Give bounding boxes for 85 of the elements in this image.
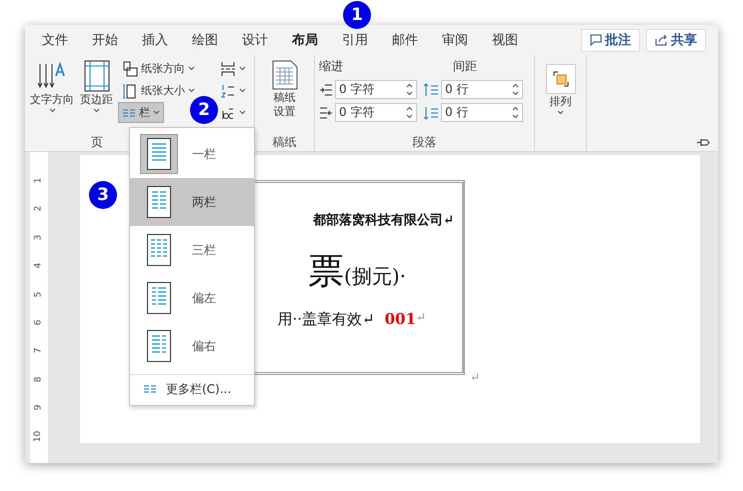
page-size-icon	[122, 82, 138, 98]
indent-right-icon	[319, 106, 333, 118]
column-layout-icon	[147, 234, 171, 266]
columns-icon	[144, 385, 156, 393]
columns-icon	[122, 108, 136, 118]
ribbon-tab[interactable]: 审阅	[431, 30, 479, 50]
columns-menu-item[interactable]: 偏左	[130, 274, 254, 322]
indent-left-field[interactable]: 0 字符	[335, 80, 417, 99]
page-break-icon	[220, 60, 236, 76]
ruler-number: 2	[34, 206, 44, 212]
spacing-label: 间距	[452, 58, 477, 75]
spinner-arrows-icon	[406, 83, 413, 96]
spinner-arrows-icon	[512, 106, 519, 119]
ribbon-tab[interactable]: 开始	[81, 30, 129, 50]
ribbon-tab[interactable]: 文件	[31, 30, 79, 50]
paragraph-mark: ↵	[470, 370, 480, 384]
ribbon-tab[interactable]: 视图	[481, 30, 529, 50]
ribbon-tab[interactable]: 绘图	[181, 30, 229, 50]
indent-right-field[interactable]: 0 字符	[335, 103, 417, 122]
group-label: 稿纸	[272, 134, 296, 150]
ruler-number: 9	[34, 404, 44, 410]
columns-menu-item[interactable]: 一栏	[130, 130, 254, 178]
stamp-note: 用··盖章有效↵	[278, 310, 375, 329]
ribbon-tab[interactable]: 插入	[131, 30, 179, 50]
ticket-price: (捌元)·	[344, 263, 406, 290]
group-label: 页	[91, 134, 103, 150]
share-button[interactable]: 共享	[646, 28, 706, 52]
ruler-number: 8	[34, 376, 44, 382]
line-numbers-icon	[220, 82, 236, 98]
ribbon-tab[interactable]: 引用	[331, 30, 379, 50]
chevron-down-icon	[557, 110, 564, 115]
column-layout-icon	[147, 282, 171, 314]
column-layout-icon	[147, 330, 171, 362]
orientation-button[interactable]: 纸张方向	[118, 58, 199, 79]
ruler-number: 1	[34, 178, 44, 184]
chevron-down-icon	[188, 88, 195, 93]
columns-menu-item[interactable]: 偏右	[130, 322, 254, 370]
chevron-down-icon	[239, 110, 246, 115]
ribbon-tab[interactable]: 布局	[281, 30, 329, 50]
columns-menu-item[interactable]: 三栏	[130, 226, 254, 274]
column-layout-icon	[147, 138, 171, 170]
arrange-icon	[546, 64, 576, 94]
margins-icon	[84, 60, 110, 92]
indent-label: 缩进	[319, 58, 343, 75]
page-orientation-icon	[122, 60, 138, 76]
more-columns-item[interactable]: 更多栏(C)...	[130, 374, 254, 403]
spacing-before-field[interactable]: 0 行	[441, 80, 523, 99]
spacing-after-icon	[423, 106, 439, 120]
chevron-down-icon	[239, 66, 246, 71]
arrange-button[interactable]: 排列	[539, 62, 582, 117]
serial-number: 001	[384, 310, 416, 328]
ribbon-tab[interactable]: 设计	[231, 30, 279, 50]
grid-paper-icon	[272, 60, 298, 90]
chevron-down-icon	[239, 88, 246, 93]
group-label: 段落	[412, 134, 436, 150]
manuscript-settings-button[interactable]: 稿纸设置	[270, 58, 298, 133]
ruler-number: 6	[34, 320, 44, 326]
chevron-down-icon	[93, 108, 100, 113]
paragraph-mark: ↵	[416, 310, 426, 326]
ruler-number: 7	[34, 348, 44, 354]
chevron-down-icon	[153, 110, 160, 115]
spacing-before-icon	[423, 82, 439, 96]
spinner-arrows-icon	[512, 83, 519, 96]
columns-menu-item[interactable]: 两栏	[130, 178, 254, 226]
speech-bubble-icon	[590, 34, 602, 46]
text-direction-button[interactable]: 文字方向	[29, 58, 75, 133]
ruler-number: 4	[34, 262, 44, 269]
share-icon	[655, 34, 668, 46]
chevron-down-icon	[188, 66, 195, 71]
ticket-title: 票	[308, 250, 344, 294]
company-name: 都部落窝科技有限公司↵	[313, 212, 454, 229]
column-layout-icon	[147, 186, 171, 218]
ribbon-tab[interactable]: 邮件	[381, 30, 429, 50]
margins-button[interactable]: 页边距	[79, 58, 114, 133]
spacing-after-field[interactable]: 0 行	[441, 103, 523, 122]
comments-button[interactable]: 批注	[581, 28, 640, 52]
step-badge: 1	[343, 1, 371, 29]
spinner-arrows-icon	[406, 106, 413, 119]
indent-left-icon	[319, 84, 333, 96]
pin-icon[interactable]	[696, 138, 710, 147]
chevron-down-icon	[48, 108, 56, 113]
ruler-number: 10	[34, 430, 44, 442]
ruler-number: 5	[34, 291, 44, 297]
ruler-number: 3	[34, 234, 44, 240]
columns-button[interactable]: 栏	[118, 102, 164, 123]
